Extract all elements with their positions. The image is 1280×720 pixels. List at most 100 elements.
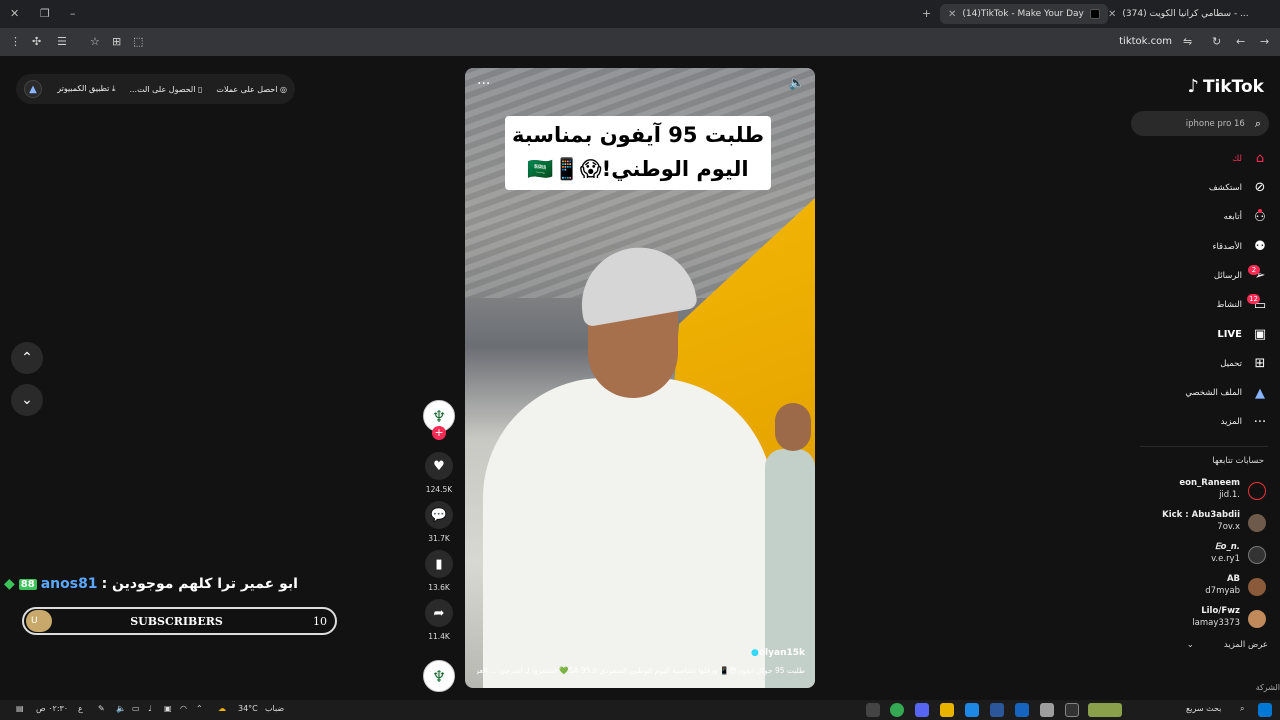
- volume-tray-icon[interactable]: 🔈: [116, 704, 126, 713]
- reading-list-icon[interactable]: ☰: [57, 35, 67, 48]
- shares-count: 11.4K: [428, 632, 450, 641]
- chrome-app-icon[interactable]: [890, 703, 904, 717]
- maximize-icon[interactable]: ❐: [40, 7, 50, 20]
- search-input[interactable]: iphone pro 16: [1186, 119, 1245, 129]
- saves-count: 13.6K: [428, 583, 450, 592]
- followed-account[interactable]: Ꭼo_n. v.e.ry1: [1150, 540, 1268, 570]
- search-icon[interactable]: ⌕: [1255, 117, 1261, 131]
- account-avatar: [1248, 610, 1266, 628]
- like-action[interactable]: ♥ 124.5K: [420, 452, 458, 495]
- promo-bar: ◎ احصل على عملات ▯ الحصول على الت... ⤓ ت…: [16, 74, 295, 104]
- clock-time[interactable]: ٠٢:٣٠ ص: [36, 704, 68, 713]
- app-icon[interactable]: [1015, 703, 1029, 717]
- reload-icon[interactable]: ↻: [1212, 35, 1221, 48]
- tray-chevron-icon[interactable]: ⌃: [196, 704, 203, 713]
- close-tab-icon[interactable]: ✕: [948, 9, 956, 20]
- minimize-icon[interactable]: –: [70, 7, 76, 20]
- follow-plus-button[interactable]: +: [432, 426, 446, 440]
- volume-icon[interactable]: 🔈: [789, 76, 805, 91]
- sidebar-item-profile[interactable]: ▲ الملف الشخصي: [1150, 378, 1268, 407]
- start-menu-icon[interactable]: [1258, 703, 1272, 717]
- forward-icon[interactable]: ←: [1236, 35, 1245, 48]
- video-player[interactable]: طلبت 95 آيفون بمناسبة اليوم الوطني!😱📱🇸🇦 …: [465, 68, 815, 688]
- network-icon[interactable]: ▭: [132, 704, 140, 713]
- word-app-icon[interactable]: [990, 703, 1004, 717]
- bookmark-icon[interactable]: ▮: [425, 550, 453, 578]
- sidebar-item-upload[interactable]: ⊞ تحميل: [1150, 349, 1268, 378]
- sidebar-item-friends[interactable]: ⚉ الأصدقاء: [1150, 232, 1268, 261]
- next-video-button[interactable]: ⌄: [11, 384, 43, 416]
- company-link[interactable]: الشركة: [1256, 683, 1280, 692]
- see-more-link[interactable]: عرض المزيد ⌄: [1150, 640, 1268, 650]
- translate-icon[interactable]: ⊞: [112, 35, 121, 48]
- get-app-link[interactable]: ▯ الحصول على الت...: [129, 85, 202, 94]
- site-settings-icon[interactable]: ⇋: [1183, 35, 1192, 48]
- followed-account[interactable]: AB d7myab: [1150, 572, 1268, 602]
- comment-icon[interactable]: 💬: [425, 501, 453, 529]
- see-more-label: عرض المزيد: [1223, 640, 1268, 650]
- save-action[interactable]: ▮ 13.6K: [420, 550, 458, 593]
- home-icon: ⌂: [1255, 151, 1265, 167]
- more-icon: ···: [1253, 414, 1267, 430]
- file-explorer-icon[interactable]: [940, 703, 954, 717]
- tab-tiktok[interactable]: ✕ (14)TikTok - Make Your Day: [940, 4, 1108, 24]
- get-coins-link[interactable]: ◎ احصل على عملات: [216, 85, 287, 94]
- taskbar-search[interactable]: بحث سريع: [1186, 704, 1221, 713]
- wifi-icon[interactable]: ◠: [180, 704, 187, 713]
- camera-icon[interactable]: ▣: [164, 704, 172, 713]
- sidebar-divider: [1140, 446, 1268, 447]
- tiktok-logo[interactable]: ♪ TikTok: [1187, 76, 1264, 97]
- video-username[interactable]: ●olyan15k: [751, 648, 805, 658]
- sidebar-item-live[interactable]: ▣ LIVE: [1150, 320, 1268, 349]
- notifications-icon[interactable]: ▤: [16, 704, 24, 713]
- close-tab-icon[interactable]: ✕: [1108, 9, 1116, 20]
- previous-video-button[interactable]: ⌃: [11, 342, 43, 374]
- back-icon[interactable]: →: [1260, 35, 1269, 48]
- sidebar-item-activity[interactable]: ▭ النشاط 12: [1150, 290, 1268, 319]
- edge-app-icon[interactable]: [965, 703, 979, 717]
- search-icon[interactable]: ⌕: [1240, 704, 1244, 714]
- bookmark-star-icon[interactable]: ☆: [90, 35, 100, 48]
- account-avatar-icon[interactable]: ▲: [24, 80, 42, 98]
- url-text[interactable]: tiktok.com: [1119, 36, 1172, 47]
- followed-account[interactable]: Lilo/Fwz lamay3373: [1150, 604, 1268, 634]
- pen-icon[interactable]: ✎: [98, 704, 105, 713]
- app-icon[interactable]: [1040, 703, 1054, 717]
- subscribers-label: SUBSCRIBERS: [130, 614, 223, 628]
- profile-icon: ▲: [1255, 385, 1265, 401]
- search-box[interactable]: ⌕ iphone pro 16: [1131, 111, 1269, 136]
- obs-app-icon[interactable]: [866, 703, 880, 717]
- screenshot-icon[interactable]: ⬚: [133, 35, 143, 48]
- discord-app-icon[interactable]: [915, 703, 929, 717]
- followed-account[interactable]: eon_Raneem jid.1.: [1150, 476, 1268, 506]
- account-name: eon_Raneem: [1179, 478, 1240, 488]
- sidebar-item-messages[interactable]: ➢ الرسائل 2: [1150, 261, 1268, 290]
- language-indicator[interactable]: ع: [78, 704, 83, 713]
- widget-icon[interactable]: [1088, 703, 1122, 717]
- pc-app-link[interactable]: ⤓ تطبيق الكمبيوتر: [57, 84, 115, 94]
- new-tab-icon[interactable]: +: [922, 7, 931, 20]
- sound-avatar[interactable]: ♆: [423, 660, 455, 692]
- share-icon[interactable]: ➦: [425, 599, 453, 627]
- sidebar-item-explore[interactable]: ⊘ استكشف: [1150, 173, 1268, 202]
- share-action[interactable]: ➦ 11.4K: [420, 599, 458, 642]
- heart-icon[interactable]: ♥: [425, 452, 453, 480]
- account-name: Lilo/Fwz: [1201, 606, 1240, 616]
- close-window-icon[interactable]: ✕: [10, 7, 19, 20]
- task-view-icon[interactable]: [1065, 703, 1079, 717]
- account-name: Ꭼo_n.: [1215, 542, 1240, 552]
- sidebar-item-following[interactable]: ⚇ أتابعه: [1150, 203, 1268, 232]
- sidebar-item-foryou[interactable]: ⌂ لك: [1150, 144, 1268, 173]
- weather-temp[interactable]: 34°C: [238, 704, 258, 713]
- extensions-icon[interactable]: ✣: [32, 35, 41, 48]
- followed-account[interactable]: Kick : Abu3abdii 7ov.x: [1150, 508, 1268, 538]
- video-background-person: [765, 403, 815, 688]
- weather-desc[interactable]: ضباب: [265, 704, 284, 713]
- microphone-icon[interactable]: ♩: [148, 704, 152, 713]
- menu-dots-icon[interactable]: ⋮: [10, 35, 21, 48]
- more-options-icon[interactable]: ···: [477, 76, 490, 92]
- tab-youtube[interactable]: ✕ (374) سطامي كرانيا الكويت - ...: [1100, 4, 1260, 24]
- sidebar-item-more[interactable]: ··· المزيد: [1150, 408, 1268, 437]
- comment-action[interactable]: 💬 31.7K: [420, 501, 458, 544]
- account-handle: d7myab: [1205, 586, 1240, 596]
